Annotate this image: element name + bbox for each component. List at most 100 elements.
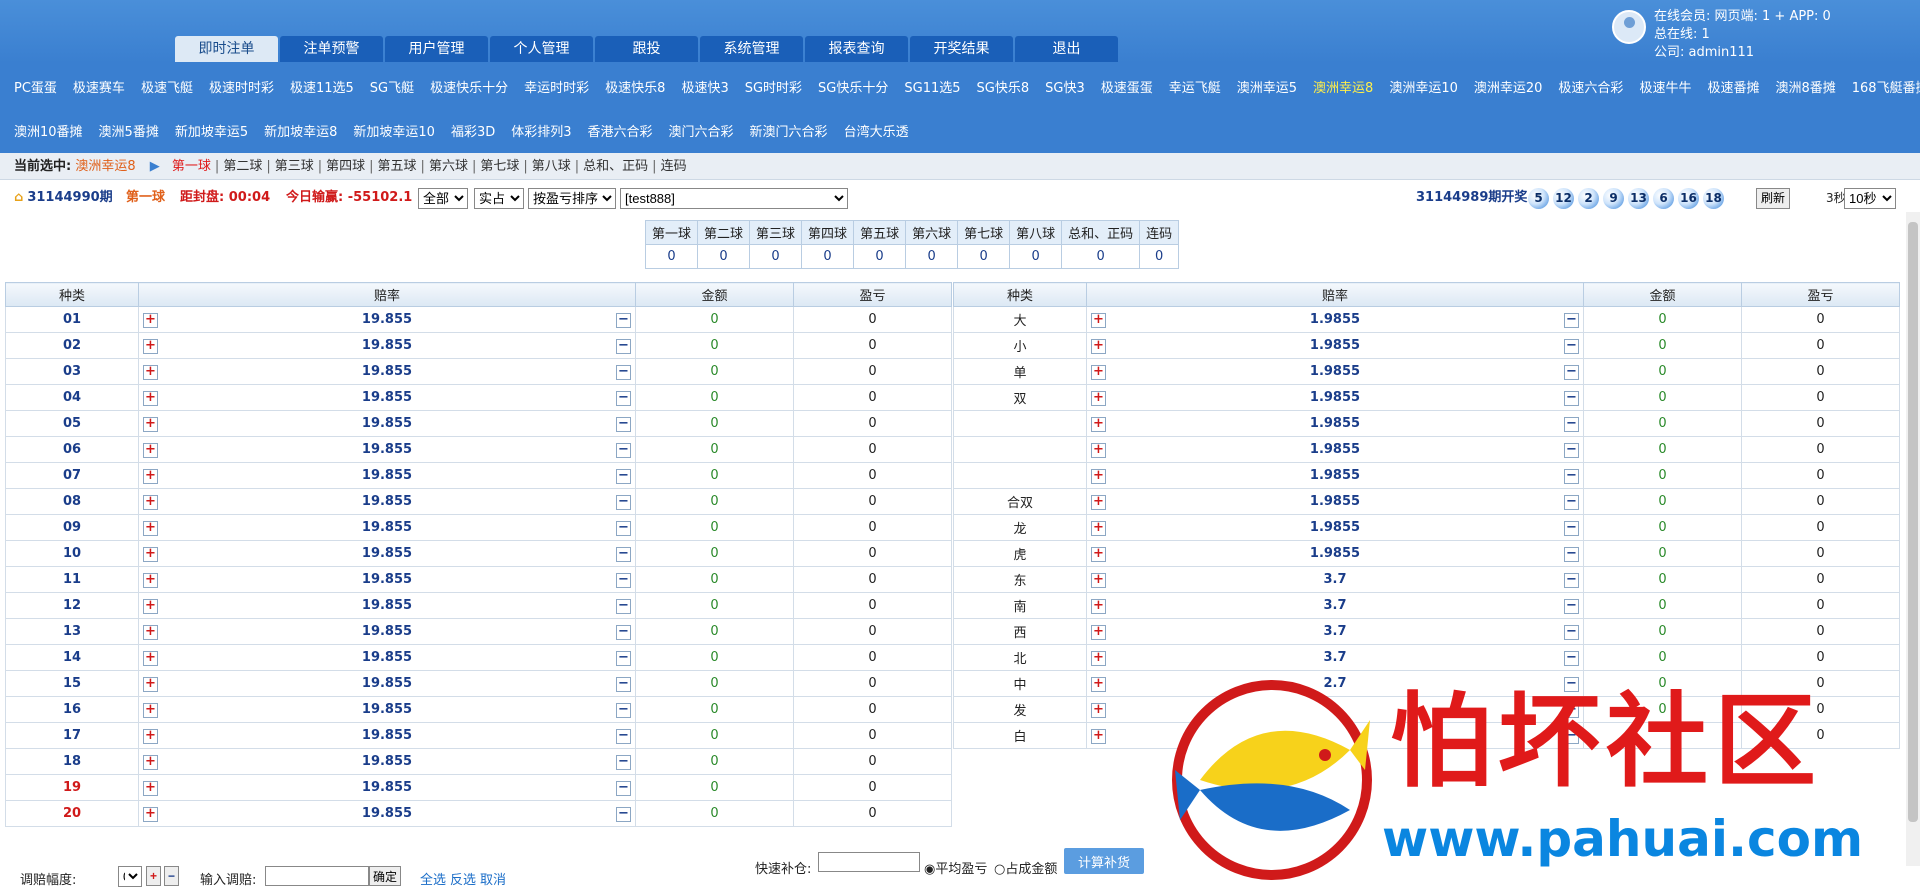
plus-icon[interactable]: + <box>143 495 158 510</box>
game-item[interactable]: 澳洲幸运5 <box>1237 77 1297 96</box>
ball-tab[interactable]: 第三球 <box>275 159 314 174</box>
filter-select[interactable]: 全部 <box>418 188 468 209</box>
game-item[interactable]: SG11选5 <box>904 77 960 96</box>
quick-input[interactable] <box>818 852 920 872</box>
minus-icon[interactable]: − <box>616 729 631 744</box>
range-plus-button[interactable]: + <box>146 866 162 886</box>
minus-icon[interactable]: − <box>616 313 631 328</box>
tab-6[interactable]: 报表查询 <box>805 36 908 62</box>
minus-icon[interactable]: − <box>616 677 631 692</box>
minus-icon[interactable]: − <box>616 547 631 562</box>
minus-icon[interactable]: − <box>1564 599 1579 614</box>
plus-icon[interactable]: + <box>1091 365 1106 380</box>
game-item[interactable]: 新加坡幸运8 <box>264 121 337 140</box>
game-item[interactable]: 极速快乐8 <box>605 77 665 96</box>
plus-icon[interactable]: + <box>1091 651 1106 666</box>
minus-icon[interactable]: − <box>1564 391 1579 406</box>
game-item[interactable]: SG快乐十分 <box>818 77 888 96</box>
tab-1[interactable]: 注单预警 <box>280 36 383 62</box>
minus-icon[interactable]: − <box>616 417 631 432</box>
interval-select[interactable]: 10秒 <box>1844 188 1896 209</box>
plus-icon[interactable]: + <box>143 807 158 822</box>
ball-tab[interactable]: 第八球 <box>532 159 571 174</box>
minus-icon[interactable]: − <box>1564 313 1579 328</box>
tab-0[interactable]: 即时注单 <box>175 36 278 62</box>
plus-icon[interactable]: + <box>1091 703 1106 718</box>
minus-icon[interactable]: − <box>1564 339 1579 354</box>
minus-icon[interactable]: − <box>1564 521 1579 536</box>
minus-icon[interactable]: − <box>616 573 631 588</box>
minus-icon[interactable]: − <box>616 599 631 614</box>
game-item[interactable]: SG时时彩 <box>745 77 802 96</box>
cancel-link[interactable]: 取消 <box>480 869 506 888</box>
game-item[interactable]: 极速快乐十分 <box>430 77 508 96</box>
game-item[interactable]: 香港六合彩 <box>588 121 653 140</box>
game-item[interactable]: SG快3 <box>1045 77 1085 96</box>
avg-option[interactable]: ◉平均盈亏 <box>924 858 987 877</box>
range-select[interactable]: 0.01 <box>118 866 142 887</box>
minus-icon[interactable]: − <box>616 703 631 718</box>
plus-icon[interactable]: + <box>1091 495 1106 510</box>
minus-icon[interactable]: − <box>616 625 631 640</box>
plus-icon[interactable]: + <box>143 651 158 666</box>
ball-tab-selected[interactable]: 第一球 <box>172 159 211 174</box>
plus-icon[interactable]: + <box>1091 547 1106 562</box>
plus-icon[interactable]: + <box>1091 313 1106 328</box>
game-item[interactable]: 新加坡幸运10 <box>353 121 435 140</box>
plus-icon[interactable]: + <box>143 677 158 692</box>
tab-7[interactable]: 开奖结果 <box>910 36 1013 62</box>
game-item[interactable]: 新加坡幸运5 <box>175 121 248 140</box>
plus-icon[interactable]: + <box>143 547 158 562</box>
plus-icon[interactable]: + <box>1091 521 1106 536</box>
plus-icon[interactable]: + <box>143 729 158 744</box>
refresh-button[interactable]: 刷新 <box>1756 188 1791 209</box>
plus-icon[interactable]: + <box>143 443 158 458</box>
calc-button[interactable]: 计算补货 <box>1064 848 1145 874</box>
minus-icon[interactable]: − <box>616 443 631 458</box>
minus-icon[interactable]: − <box>1564 625 1579 640</box>
ball-tab[interactable]: 第六球 <box>429 159 468 174</box>
minus-icon[interactable]: − <box>616 521 631 536</box>
minus-icon[interactable]: − <box>1564 443 1579 458</box>
share-select[interactable]: 实占 <box>474 188 524 209</box>
plus-icon[interactable]: + <box>143 391 158 406</box>
plus-icon[interactable]: + <box>1091 469 1106 484</box>
game-item[interactable]: 澳洲10番摊 <box>14 121 83 140</box>
sort-select[interactable]: 按盈亏排序 <box>528 188 616 209</box>
ball-tab[interactable]: 连码 <box>661 159 687 174</box>
plus-icon[interactable]: + <box>143 469 158 484</box>
game-item[interactable]: SG快乐8 <box>977 77 1030 96</box>
game-item[interactable]: 极速蛋蛋 <box>1101 77 1153 96</box>
tab-2[interactable]: 用户管理 <box>385 36 488 62</box>
plus-icon[interactable]: + <box>1091 417 1106 432</box>
game-item[interactable]: 极速番摊 <box>1707 77 1759 96</box>
game-item[interactable]: 澳洲幸运10 <box>1389 77 1458 96</box>
game-item[interactable]: 澳门六合彩 <box>669 121 734 140</box>
game-item[interactable]: 极速六合彩 <box>1558 77 1623 96</box>
game-item[interactable]: 幸运时时彩 <box>524 77 589 96</box>
plus-icon[interactable]: + <box>1091 677 1106 692</box>
game-item[interactable]: 台湾大乐透 <box>844 121 909 140</box>
plus-icon[interactable]: + <box>143 755 158 770</box>
plus-icon[interactable]: + <box>1091 339 1106 354</box>
game-item[interactable]: 澳洲8番摊 <box>1775 77 1835 96</box>
game-item[interactable]: 幸运飞艇 <box>1169 77 1221 96</box>
confirm-button[interactable]: 确定 <box>369 866 402 886</box>
game-item[interactable]: 极速赛车 <box>73 77 125 96</box>
minus-icon[interactable]: − <box>616 495 631 510</box>
game-item[interactable]: 体彩排列3 <box>511 121 571 140</box>
minus-icon[interactable]: − <box>616 807 631 822</box>
minus-icon[interactable]: − <box>1564 365 1579 380</box>
range-minus-button[interactable]: − <box>164 866 180 886</box>
plus-icon[interactable]: + <box>143 781 158 796</box>
adjust-input[interactable] <box>265 866 369 886</box>
account-select[interactable]: [test888] <box>620 188 848 209</box>
tab-8[interactable]: 退出 <box>1015 36 1118 62</box>
game-item[interactable]: 极速11选5 <box>290 77 354 96</box>
minus-icon[interactable]: − <box>1564 469 1579 484</box>
plus-icon[interactable]: + <box>1091 599 1106 614</box>
minus-icon[interactable]: − <box>1564 495 1579 510</box>
game-item[interactable]: 极速飞艇 <box>141 77 193 96</box>
game-item[interactable]: 极速牛牛 <box>1639 77 1691 96</box>
plus-icon[interactable]: + <box>143 313 158 328</box>
